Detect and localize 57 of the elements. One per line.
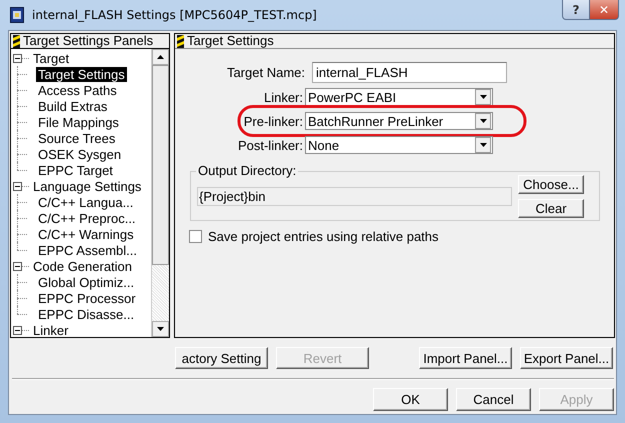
dialog-button[interactable]: Cancel: [456, 388, 531, 411]
window-title: internal_FLASH Settings [MPC5604P_TEST.mcp]: [32, 8, 317, 22]
scroll-down-button[interactable]: [152, 321, 169, 337]
striped-icon: [13, 34, 20, 48]
tree-item[interactable]: EPPC Disasse...: [36, 306, 136, 322]
down-arrow-icon: [157, 327, 164, 331]
collapse-toggle[interactable]: [13, 262, 22, 270]
output-path-field: {Project}bin: [197, 187, 512, 206]
directory-button[interactable]: Choose...: [518, 175, 584, 194]
field-label: Post-linker:: [236, 138, 304, 152]
panel-button[interactable]: Import Panel...: [419, 347, 512, 369]
tree-item[interactable]: Target: [31, 50, 72, 66]
scroll-up-button[interactable]: [152, 49, 169, 65]
up-arrow-icon: [157, 55, 164, 59]
tree-item[interactable]: Access Paths: [36, 82, 119, 98]
field-label: Pre-linker:: [242, 114, 304, 128]
field-label: Linker:: [262, 90, 304, 104]
tree-item[interactable]: Code Generation: [31, 258, 134, 274]
tree-item[interactable]: Source Trees: [36, 130, 118, 146]
tree-item[interactable]: EPPC Assembl...: [36, 242, 139, 258]
tree-item[interactable]: Build Extras: [36, 98, 110, 114]
collapse-toggle[interactable]: [13, 326, 22, 334]
panel-button[interactable]: Export Panel...: [520, 347, 613, 369]
tree-item[interactable]: EPPC Target: [36, 162, 115, 178]
tree-item[interactable]: OSEK Sysgen: [36, 146, 124, 162]
collapse-toggle[interactable]: [13, 54, 22, 62]
checkbox[interactable]: [189, 230, 202, 243]
target-name-field[interactable]: internal_FLASH: [312, 62, 507, 82]
tree-item[interactable]: Linker: [31, 322, 70, 337]
tree-item[interactable]: C/C++ Warnings: [36, 226, 136, 242]
dropdown[interactable]: PowerPC EABI: [305, 88, 493, 106]
tree-item[interactable]: Global Optimiz...: [36, 274, 136, 290]
striped-icon: [177, 34, 184, 48]
directory-button[interactable]: Clear: [518, 199, 584, 218]
help-button[interactable]: ?: [562, 0, 590, 20]
dropdown[interactable]: None: [305, 136, 493, 154]
pane-title: Target Settings Panels: [23, 34, 154, 48]
field-label: Target Name:: [226, 64, 306, 80]
dialog-button[interactable]: OK: [373, 388, 448, 411]
pane-title: Target Settings: [187, 34, 274, 48]
dropdown[interactable]: BatchRunner PreLinker: [305, 112, 493, 130]
caret-icon: [480, 95, 486, 99]
tree-item[interactable]: C/C++ Preproc...: [36, 210, 138, 226]
collapse-toggle[interactable]: [13, 182, 22, 190]
scrollbar[interactable]: [151, 49, 169, 337]
tree-item[interactable]: Language Settings: [31, 178, 144, 194]
panel-button[interactable]: actory Setting: [175, 347, 268, 369]
tree-item[interactable]: C/C++ Langua...: [36, 194, 136, 210]
tree-item[interactable]: File Mappings: [36, 114, 121, 130]
document-icon: [10, 7, 24, 23]
scroll-thumb[interactable]: [152, 65, 169, 265]
checkbox-label: Save project entries using relative paths: [208, 229, 439, 244]
tree-item[interactable]: EPPC Processor: [36, 290, 138, 306]
group-label: Output Directory:: [197, 165, 298, 177]
caret-icon: [480, 143, 486, 147]
caret-icon: [480, 119, 486, 123]
tree-item[interactable]: Target Settings: [36, 66, 127, 82]
